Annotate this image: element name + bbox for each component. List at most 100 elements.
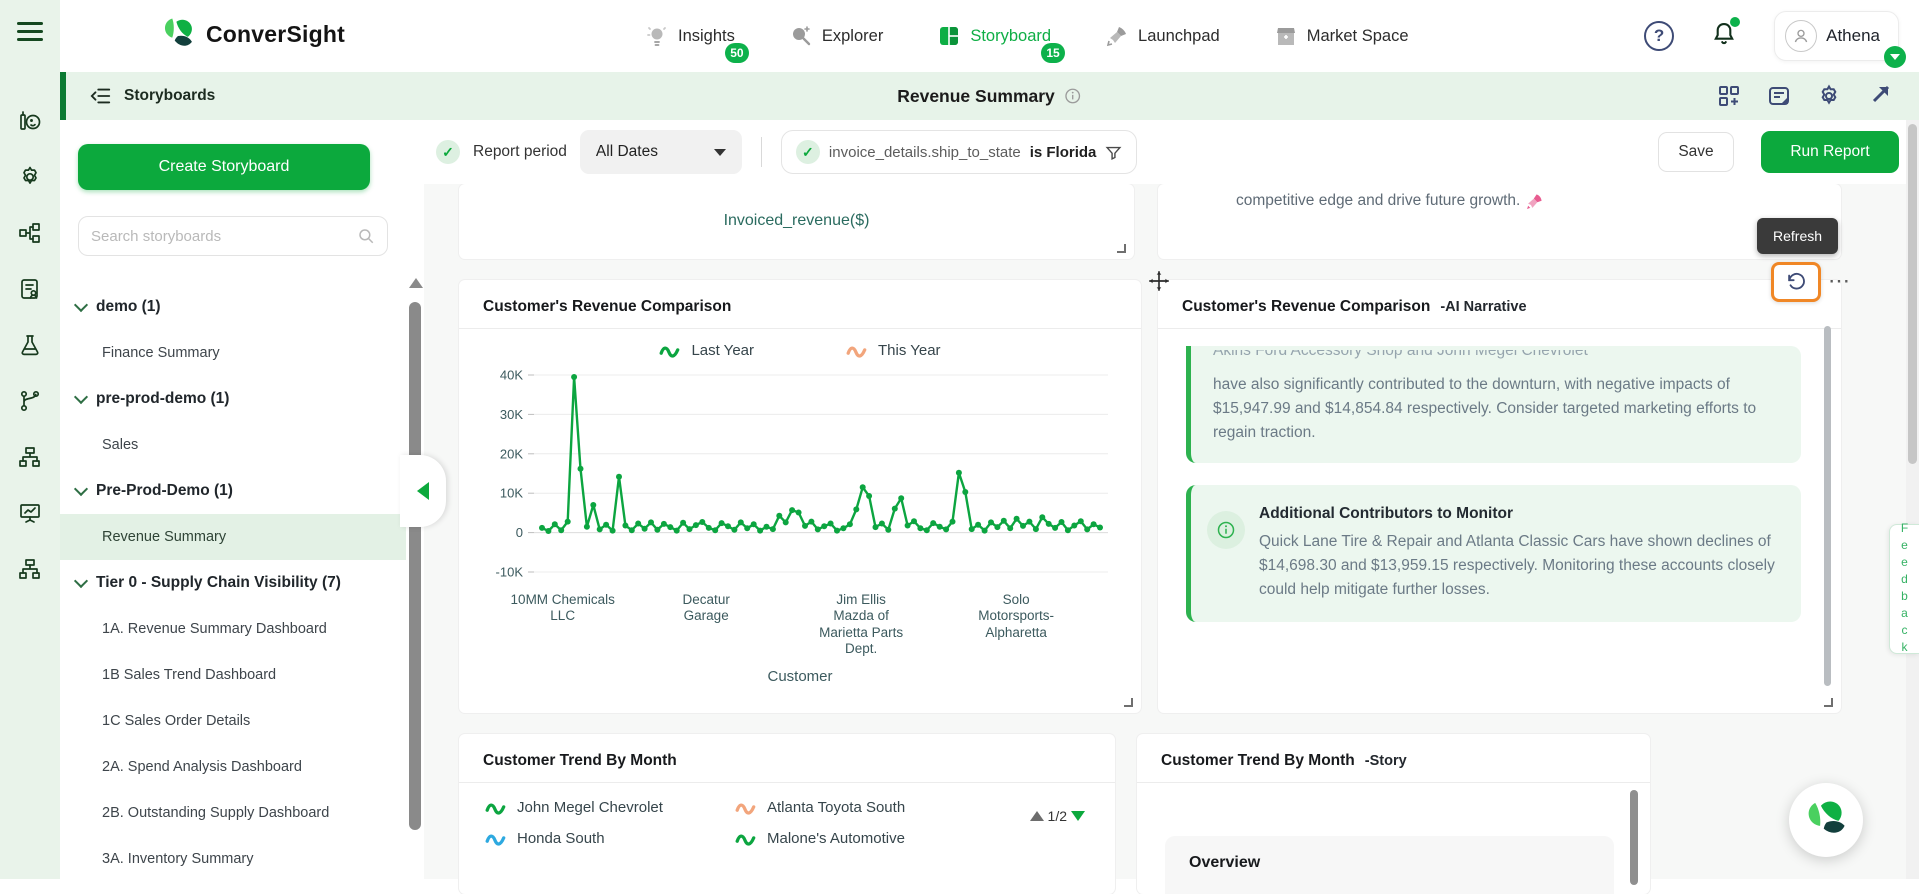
save-button[interactable]: Save <box>1658 132 1734 172</box>
nav-explorer[interactable]: Explorer <box>789 24 883 48</box>
narrative-card-monitor: Additional Contributors to Monitor Quick… <box>1186 485 1801 622</box>
tree-item-1a-revenue-summary-dashboard[interactable]: 1A. Revenue Summary Dashboard <box>60 606 406 652</box>
notifications-bell-icon[interactable] <box>1710 20 1738 53</box>
conversight-logo[interactable]: ConverSight <box>160 16 345 52</box>
storyboard-search[interactable] <box>78 216 388 256</box>
narrative-scrollbar-thumb[interactable] <box>1824 326 1831 686</box>
move-handle-icon[interactable] <box>1148 270 1170 292</box>
tree-group-Pre-Prod-Demo[interactable]: Pre-Prod-Demo (1) <box>60 468 406 514</box>
tree-item-sales[interactable]: Sales <box>60 422 406 468</box>
git-branch-icon[interactable] <box>17 388 43 414</box>
more-options-icon[interactable]: ⋯ <box>1828 268 1851 294</box>
invoiced-revenue-widget: Invoiced_revenue($) <box>459 184 1134 259</box>
tree-group-demo[interactable]: demo (1) <box>60 284 406 330</box>
info-icon[interactable] <box>1064 87 1082 105</box>
x-axis-title: Customer <box>459 668 1141 685</box>
tree-item-1c-sales-order-details[interactable]: 1C Sales Order Details <box>60 698 406 744</box>
tree-item-1b-sales-trend-dashboard[interactable]: 1B Sales Trend Dashboard <box>60 652 406 698</box>
svg-text:10K: 10K <box>500 486 523 501</box>
window-scrollbar-thumb[interactable] <box>1908 124 1917 464</box>
refresh-icon <box>1785 271 1807 293</box>
filter-bar: ✓ Report period All Dates ✓ invoice_deta… <box>424 120 1919 184</box>
nav-market-space[interactable]: Market Space <box>1274 24 1409 48</box>
page-up-icon[interactable] <box>1030 811 1044 821</box>
help-glyph: ? <box>1654 26 1664 46</box>
tree-item-2a-spend-analysis-dashboard[interactable]: 2A. Spend Analysis Dashboard <box>60 744 406 790</box>
group-label: pre-prod-demo (1) <box>96 390 229 408</box>
feedback-tab[interactable]: Feedback <box>1889 524 1919 654</box>
report-period-dropdown[interactable]: All Dates <box>580 130 742 174</box>
legend-malones-automotive[interactable]: Malone's Automotive <box>735 830 995 847</box>
tree-group-pre-prod-demo[interactable]: pre-prod-demo (1) <box>60 376 406 422</box>
assistant-floating-button[interactable] <box>1789 783 1863 857</box>
resize-handle[interactable] <box>1124 698 1133 707</box>
group-label: Tier 0 - Supply Chain Visibility (7) <box>96 574 341 592</box>
window-scrollbar[interactable] <box>1906 120 1919 879</box>
check-icon[interactable]: ✓ <box>436 140 460 164</box>
legend-label: John Megel Chevrolet <box>517 799 663 816</box>
state-filter-chip[interactable]: ✓ invoice_details.ship_to_state is Flori… <box>781 130 1137 174</box>
group-label: demo (1) <box>96 298 161 316</box>
settings-gear-icon[interactable] <box>17 164 43 190</box>
hamburger-menu-icon[interactable] <box>17 22 43 42</box>
settings-icon[interactable] <box>1817 84 1841 108</box>
nav-launchpad[interactable]: Launchpad <box>1105 24 1220 48</box>
review-insights-icon[interactable] <box>17 108 43 134</box>
panel-collapse-icon[interactable] <box>90 85 112 107</box>
sitemap-icon[interactable] <box>17 444 43 470</box>
run-report-button[interactable]: Run Report <box>1761 131 1899 173</box>
help-icon[interactable]: ? <box>1644 21 1674 51</box>
story-overview-section: Overview <box>1165 836 1614 894</box>
user-menu[interactable]: Athena <box>1774 11 1899 61</box>
filter-value: is Florida <box>1030 144 1097 161</box>
legend-last-year[interactable]: Last Year <box>659 342 754 359</box>
svg-text:30K: 30K <box>500 407 523 422</box>
narrative-card-title: Additional Contributors to Monitor <box>1259 505 1777 523</box>
flask-icon[interactable] <box>17 332 43 358</box>
search-input[interactable] <box>91 228 349 245</box>
story-section-title: Overview <box>1189 854 1590 872</box>
narrative-scroll-area[interactable]: Akins Ford Accessory Shop and John Megel… <box>1158 336 1841 713</box>
invoiced-revenue-axis-label: Invoiced_revenue($) <box>459 212 1134 230</box>
story-scrollbar-thumb[interactable] <box>1630 790 1638 885</box>
narrative-insight-text: have also significantly contributed to t… <box>1213 373 1777 445</box>
expand-icon[interactable] <box>1867 84 1891 108</box>
nav-storyboard[interactable]: Storyboard 15 <box>937 24 1051 48</box>
org-chart-icon[interactable] <box>17 556 43 582</box>
legend-this-year[interactable]: This Year <box>846 342 941 359</box>
panel-collapse-tab[interactable] <box>400 455 446 527</box>
user-menu-caret-icon[interactable] <box>1884 46 1906 68</box>
check-icon[interactable]: ✓ <box>796 140 820 164</box>
tree-group-tier0[interactable]: Tier 0 - Supply Chain Visibility (7) <box>60 560 406 606</box>
tree-item-3a-inventory-summary[interactable]: 3A. Inventory Summary <box>60 836 406 882</box>
x-axis-label: 10MM Chemicals LLC <box>511 592 615 625</box>
notes-icon[interactable] <box>1767 84 1791 108</box>
workflow-icon[interactable] <box>17 220 43 246</box>
revenue-comparison-chart[interactable]: 40K30K20K10K0-10K <box>480 365 1120 590</box>
tree-item-2b-outstanding-supply-dashboard[interactable]: 2B. Outstanding Supply Dashboard <box>60 790 406 836</box>
left-icon-rail <box>0 0 60 879</box>
widget-title: Customer Trend By Month <box>1161 752 1355 770</box>
tree-item-revenue-summary-selected[interactable]: Revenue Summary <box>60 514 406 560</box>
nav-insights[interactable]: Insights 50 <box>645 24 735 48</box>
clipped-text-line: Akins Ford Accessory Shop and John Megel… <box>1213 350 1777 367</box>
create-storyboard-button[interactable]: Create Storyboard <box>78 144 370 190</box>
presentation-chart-icon[interactable] <box>17 500 43 526</box>
tree-item-finance-summary[interactable]: Finance Summary <box>60 330 406 376</box>
main-navigation: Insights 50 Explorer Storyboard 15 Launc… <box>645 0 1409 72</box>
page-title: Revenue Summary <box>897 86 1055 107</box>
scrollbar-thumb[interactable] <box>409 302 421 830</box>
resize-handle[interactable] <box>1824 698 1833 707</box>
chevron-down-icon <box>74 574 88 588</box>
revenue-comparison-widget: Customer's Revenue Comparison Last Year … <box>459 280 1141 713</box>
resize-handle[interactable] <box>1117 244 1126 253</box>
user-name: Athena <box>1826 26 1880 46</box>
add-widget-icon[interactable] <box>1717 84 1741 108</box>
legend-john-megel[interactable]: John Megel Chevrolet <box>485 799 735 816</box>
scroll-up-arrow[interactable] <box>409 278 423 288</box>
legend-atlanta-toyota[interactable]: Atlanta Toyota South <box>735 799 995 816</box>
legend-honda-south[interactable]: Honda South <box>485 830 735 847</box>
report-user-icon[interactable] <box>17 276 43 302</box>
page-down-icon[interactable] <box>1071 811 1085 821</box>
refresh-button[interactable] <box>1771 262 1821 302</box>
